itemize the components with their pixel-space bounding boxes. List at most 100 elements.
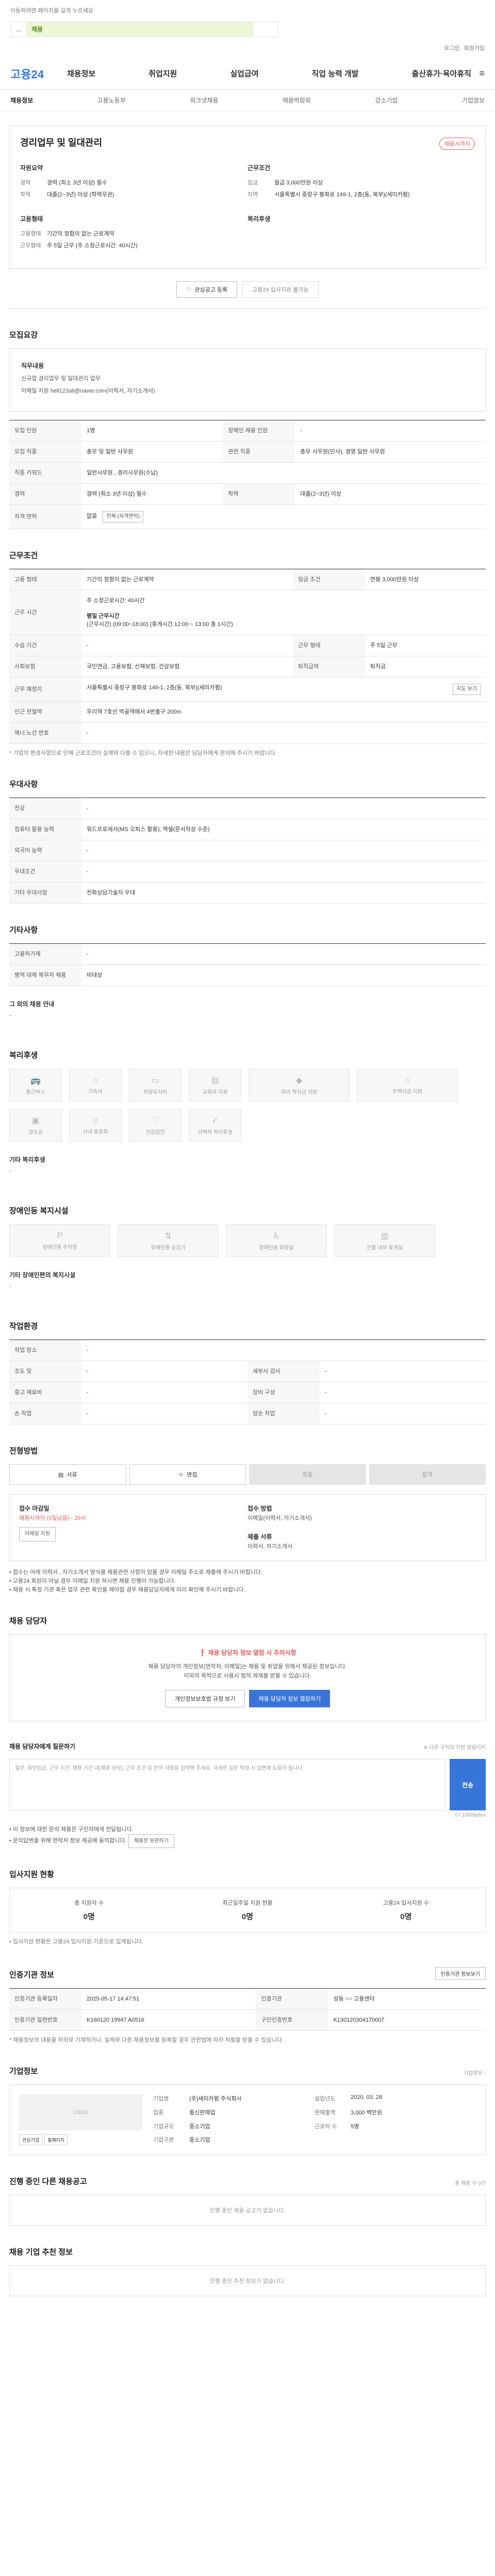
- kv-value: 서울특별시 중랑구 봉화로 149-1, 2층(동, 북부)(세미카펌): [274, 192, 410, 198]
- deadline-badge: 채용시까지: [439, 138, 475, 150]
- kv-key: 지역: [248, 192, 258, 198]
- lnb-item[interactable]: 강소기업: [375, 96, 398, 105]
- etc-section: 기타사항 고용허가제 - 병역 대체 복무자 채용 비대상 그 외의 채용 안내 -: [0, 924, 495, 1019]
- th: 인증기관: [256, 1988, 328, 2010]
- tab-other[interactable]: ...: [11, 22, 26, 37]
- summary-actions: ♡ 관심공고 등록 고용24 입사지원 불가능: [0, 281, 495, 298]
- th: 고용허가제: [9, 943, 81, 965]
- deadline-label: 접수 마감일: [19, 1505, 50, 1512]
- th: 인근 전철역: [9, 701, 81, 723]
- company-info: 기업명 (주)세미카펌 주식회사 설립년도 2020. 03. 28 업종 통신판매업 연…: [153, 2094, 383, 2144]
- send-button[interactable]: 전송: [450, 1759, 486, 1810]
- td: -: [81, 1361, 248, 1382]
- process-bullet: • 접수는 아래 이력서 , 자기소개서 양식을 채용관련 사항이 있을 경우 …: [9, 1569, 262, 1575]
- inquiry-section: 채용 담당자에게 질문하기 ※ 다른 구직자 지원 알림지키 질문, 희망임금,…: [0, 1721, 495, 1848]
- license-button[interactable]: 전체 (자격면허): [103, 511, 143, 522]
- td: -: [320, 1382, 486, 1403]
- info-note: * 채용정보의 내용을 허위로 기재하거나, 실제와 다른 채용정보를 등록할 …: [9, 2037, 284, 2043]
- section-title: 모집요강: [9, 331, 38, 340]
- stats-note: • 입사지원 현황은 고용24 입사지원 기준으로 집계됩니다.: [9, 1939, 144, 1945]
- people-icon: ☺: [91, 1115, 100, 1125]
- menu-item[interactable]: 채용정보: [67, 68, 95, 79]
- kv-value: 경력 (최소 3년 이상) 필수: [47, 180, 107, 186]
- menu-item[interactable]: 실업급여: [230, 68, 258, 79]
- info-button[interactable]: 인증기관 정보보기: [435, 1967, 486, 1980]
- method-value: 이메일(이력서, 자기소개서): [248, 1515, 312, 1521]
- lnb-item[interactable]: 고용노동부: [97, 96, 126, 105]
- td: -: [81, 840, 486, 861]
- section-title: 작업환경: [9, 1322, 38, 1331]
- tab-active[interactable]: 채용: [26, 22, 254, 37]
- td: 전화상담기술자 우대: [81, 882, 486, 904]
- check-icon: ✓: [211, 1116, 219, 1125]
- lnb-item[interactable]: 기업정보: [462, 96, 485, 105]
- email-apply-button[interactable]: 이메일 지원: [19, 1527, 56, 1541]
- apply-button[interactable]: 고용24 입사지원 불가능: [242, 281, 319, 298]
- summary-left-title: 자원요약: [20, 164, 43, 172]
- company-link[interactable]: 기업정보 ›: [464, 2069, 486, 2076]
- th: 인증기관 등록일자: [9, 1988, 81, 2010]
- menu-item[interactable]: 취업지원: [148, 68, 177, 79]
- job-desc-title: 직무내용: [21, 362, 44, 369]
- th: 장애인 채용 인원: [223, 420, 295, 442]
- login-link[interactable]: 로그인: [444, 44, 459, 52]
- heart-icon: ♡: [186, 286, 192, 293]
- process-info: 접수 마감일 채용시까지 (0일남음) - 26시 이메일 지원 접수 방법 이…: [9, 1494, 486, 1561]
- map-button[interactable]: 지도 보기: [453, 684, 481, 695]
- kv-value: 월급 3,000만원 이상: [274, 180, 323, 186]
- th: 조도 및: [9, 1361, 81, 1382]
- welfare-item: ⌂ 주택자금 지원: [357, 1069, 458, 1101]
- welfare-section: 복리후생 🚌 통근버스 ⌂ 기숙사 ▭ 차량유지비 ▤ 교육비 지원 ◆ 자녀 학자금 지…: [0, 1049, 495, 1174]
- etc-sub-value: -: [9, 1012, 11, 1019]
- kv-key: 학력: [20, 192, 31, 198]
- environ-section: 작업환경 작업 장소 - 조도 및 - 세부사 검사 - 중고 재료비 - 장비 구성 - 손…: [0, 1320, 495, 1425]
- hamburger-icon[interactable]: ≡: [471, 68, 485, 79]
- homepage-button[interactable]: 홈페이지: [44, 2134, 68, 2145]
- inquiry-input[interactable]: 질문, 희망임금, 근무 시간, 채용 기간 내(채용 상담), 근무 조건 등…: [9, 1759, 446, 1810]
- td: 비대상: [81, 964, 486, 986]
- empty-message: 진행 중인 채용 공고가 없습니다.: [9, 2195, 486, 2226]
- facility-item: ▥ 건물 내부 휴게실: [334, 1224, 435, 1257]
- td: 대졸(2~3년) 이상: [295, 483, 486, 505]
- th: 구인인증번호: [256, 2009, 328, 2031]
- section-title: 입사지원 현황: [9, 1870, 54, 1879]
- stat-item: 최근일주일 지원 현황 0명: [222, 1900, 273, 1921]
- interest-label: 관심공고 등록: [194, 287, 228, 293]
- welfare-item: ◆ 자녀 학자금 지원: [249, 1069, 350, 1101]
- th: 근무 예정지: [9, 677, 81, 702]
- step-doc: ▤ 서류: [9, 1464, 126, 1485]
- lnb-item[interactable]: 채용박람회: [283, 96, 311, 105]
- th: 중고 재료비: [9, 1382, 81, 1403]
- lnb-item[interactable]: 워크넷채용: [190, 96, 218, 105]
- facility-item: ♿ 장애인용 화장실: [226, 1224, 327, 1257]
- signup-link[interactable]: 회원가입: [464, 44, 485, 52]
- td: 국민연금, 고용보험, 산재보험, 건강보험: [81, 656, 293, 677]
- restroom-icon: ♿: [272, 1231, 280, 1241]
- favorite-company-button[interactable]: 관심기업: [19, 2134, 43, 2145]
- job-desc-text: 신규업 경리업무 및 일대관리 업무: [21, 376, 101, 382]
- interest-button[interactable]: ♡ 관심공고 등록: [176, 281, 238, 298]
- menu-item[interactable]: 직업 능력 개발: [311, 68, 358, 79]
- td: 우리역 7호선 먹골역에서 4번출구 200m: [81, 701, 486, 723]
- recruit-section: 모집요강 직무내용 신규업 경리업무 및 일대관리 업무 이메일 지원 hell…: [0, 329, 495, 529]
- th: 양손 작업: [248, 1403, 320, 1425]
- save-inquiry-button[interactable]: 채용문 보관하기: [128, 1834, 174, 1848]
- th: 퇴직급여: [292, 656, 365, 677]
- menu-item[interactable]: 출산휴가·육아휴직: [412, 68, 471, 79]
- privacy-law-button[interactable]: 개인정보보호법 규정 보기: [165, 1690, 245, 1707]
- docs-value: 이력서, 자기소개서: [248, 1544, 293, 1550]
- browser-notice: 이동하려면 페이지를 길게 누르세요: [10, 8, 93, 14]
- section-title: 장애인등 복지시설: [9, 1207, 69, 1215]
- lnb-item[interactable]: 채용정보: [10, 96, 33, 105]
- info-section: 인증기관 정보 인증기관 정보보기 인증기관 등록일자 2025-05-17 14…: [0, 1946, 495, 2045]
- th: 고용 형태: [9, 569, 81, 590]
- td: 총무 사무원(인사), 경영 일반 사무원: [295, 441, 486, 463]
- cap-icon: ◆: [295, 1076, 303, 1085]
- site-logo[interactable]: 고용24: [10, 65, 67, 82]
- td: 경력 (최소 3년 이상) 필수: [81, 483, 223, 505]
- section-title: 진행 중인 다른 채용공고: [9, 2177, 87, 2186]
- section-title: 채용 담당자: [9, 1617, 47, 1625]
- td: 총무 및 일반 사무원: [81, 441, 223, 463]
- view-contact-button[interactable]: 채용 담당자 정보 열람하기: [249, 1690, 330, 1707]
- th: 손 작업: [9, 1403, 81, 1425]
